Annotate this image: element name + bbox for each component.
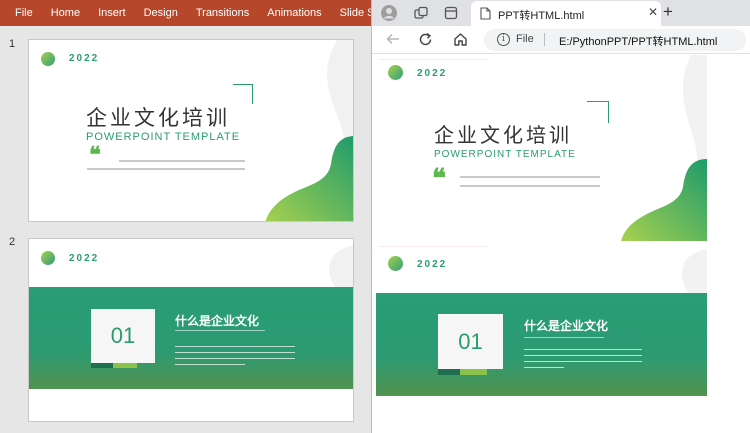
slide-year: 2022: [69, 53, 100, 64]
green-banner: [29, 287, 353, 389]
paragraph-line: [175, 346, 295, 348]
ribbon-tab-file[interactable]: File: [0, 0, 42, 26]
file-icon: [477, 5, 493, 21]
page-margin: [707, 55, 750, 433]
ribbon-tab-design[interactable]: Design: [135, 0, 187, 26]
green-banner: [376, 293, 707, 396]
gradient-circle: [41, 251, 55, 265]
accent-bar-dark: [438, 369, 460, 375]
slide-year: 2022: [417, 259, 448, 270]
powerpoint-window: File Home Insert Design Transitions Anim…: [0, 0, 371, 433]
accent-bar-light: [460, 369, 487, 375]
paragraph-line: [175, 358, 295, 360]
url-scheme-label: File: [516, 33, 534, 45]
evaluation-warning: ········································…: [379, 57, 489, 62]
section-heading: 什么是企业文化: [175, 314, 260, 328]
ribbon-tab-animations[interactable]: Animations: [258, 0, 330, 26]
green-wave-shape: [265, 136, 353, 221]
address-toolbar: i File E:/PythonPPT/PPT转HTML.html: [372, 26, 750, 54]
profile-icon[interactable]: [381, 5, 397, 21]
slide-subtitle: POWERPOINT TEMPLATE: [434, 149, 576, 160]
slide-number: 2: [9, 236, 16, 248]
paragraph-line: [524, 367, 564, 369]
new-tab-button[interactable]: +: [663, 2, 673, 22]
number-box: 01: [91, 309, 155, 363]
paragraph-line: [87, 168, 245, 170]
ribbon-tab-home[interactable]: Home: [42, 0, 89, 26]
heading-subline: [175, 330, 265, 332]
info-icon[interactable]: i: [497, 33, 510, 46]
screen: File Home Insert Design Transitions Anim…: [0, 0, 750, 433]
browser-window: PPT转HTML.html ✕ + i File E:/PythonPPT/PP…: [371, 0, 750, 433]
paragraph-line: [524, 349, 642, 351]
tab-actions-icon[interactable]: [443, 5, 459, 21]
active-tab[interactable]: PPT转HTML.html ✕: [471, 1, 661, 26]
paragraph-line: [524, 355, 642, 357]
landscape-overlay: [29, 349, 353, 389]
ribbon-tab-slide-show[interactable]: Slide Show: [331, 0, 371, 26]
url-text[interactable]: E:/PythonPPT/PPT转HTML.html: [559, 33, 717, 49]
slide-year: 2022: [69, 253, 100, 264]
evaluation-warning: ········································…: [379, 244, 489, 249]
paragraph-line: [175, 364, 245, 366]
home-icon[interactable]: [453, 32, 468, 51]
gradient-circle: [388, 256, 403, 271]
paragraph-line: [524, 361, 642, 363]
tab-bar: PPT转HTML.html ✕ +: [372, 0, 750, 26]
quote-mark-icon: ❝: [89, 142, 101, 168]
ribbon-tabs: File Home Insert Design Transitions Anim…: [0, 0, 371, 26]
section-heading: 什么是企业文化: [524, 319, 609, 333]
slide-subtitle: POWERPOINT TEMPLATE: [86, 131, 241, 143]
tab-title: PPT转HTML.html: [498, 10, 585, 22]
url-separator: [544, 33, 545, 46]
quote-mark-icon: ❝: [432, 164, 446, 194]
paragraph-line: [460, 185, 600, 187]
refresh-icon[interactable]: [418, 32, 433, 51]
number-box: 01: [438, 314, 503, 369]
workspaces-icon[interactable]: [413, 5, 429, 21]
slide-number: 1: [9, 38, 16, 50]
close-icon[interactable]: ✕: [648, 5, 658, 19]
slide-title: 企业文化培训: [434, 125, 572, 147]
accent-bar-dark: [91, 363, 113, 368]
green-wave-shape: [621, 159, 707, 241]
ribbon-tab-insert[interactable]: Insert: [89, 0, 135, 26]
corner-frame: [587, 101, 609, 123]
gradient-circle: [41, 52, 55, 66]
back-icon[interactable]: [386, 32, 400, 50]
address-bar[interactable]: i File E:/PythonPPT/PPT转HTML.html: [484, 29, 746, 51]
html-slide-2: ········································…: [376, 243, 707, 433]
slide-year: 2022: [417, 68, 448, 79]
slide-title: 企业文化培训: [86, 107, 230, 130]
slide-thumbnail-1[interactable]: 2022 企业文化培训 POWERPOINT TEMPLATE ❝: [28, 39, 354, 222]
heading-subline: [524, 337, 604, 339]
accent-bar-light: [113, 363, 137, 368]
gradient-circle: [388, 65, 403, 80]
slide-thumbnail-2[interactable]: 2022 01 什么是企业文化: [28, 238, 354, 422]
paragraph-line: [460, 176, 600, 178]
ribbon-tab-transitions[interactable]: Transitions: [187, 0, 258, 26]
paragraph-line: [175, 352, 295, 354]
html-slide-1: ········································…: [376, 55, 707, 241]
page-viewport: ········································…: [372, 55, 750, 433]
corner-frame: [233, 84, 253, 104]
paragraph-line: [119, 160, 245, 162]
